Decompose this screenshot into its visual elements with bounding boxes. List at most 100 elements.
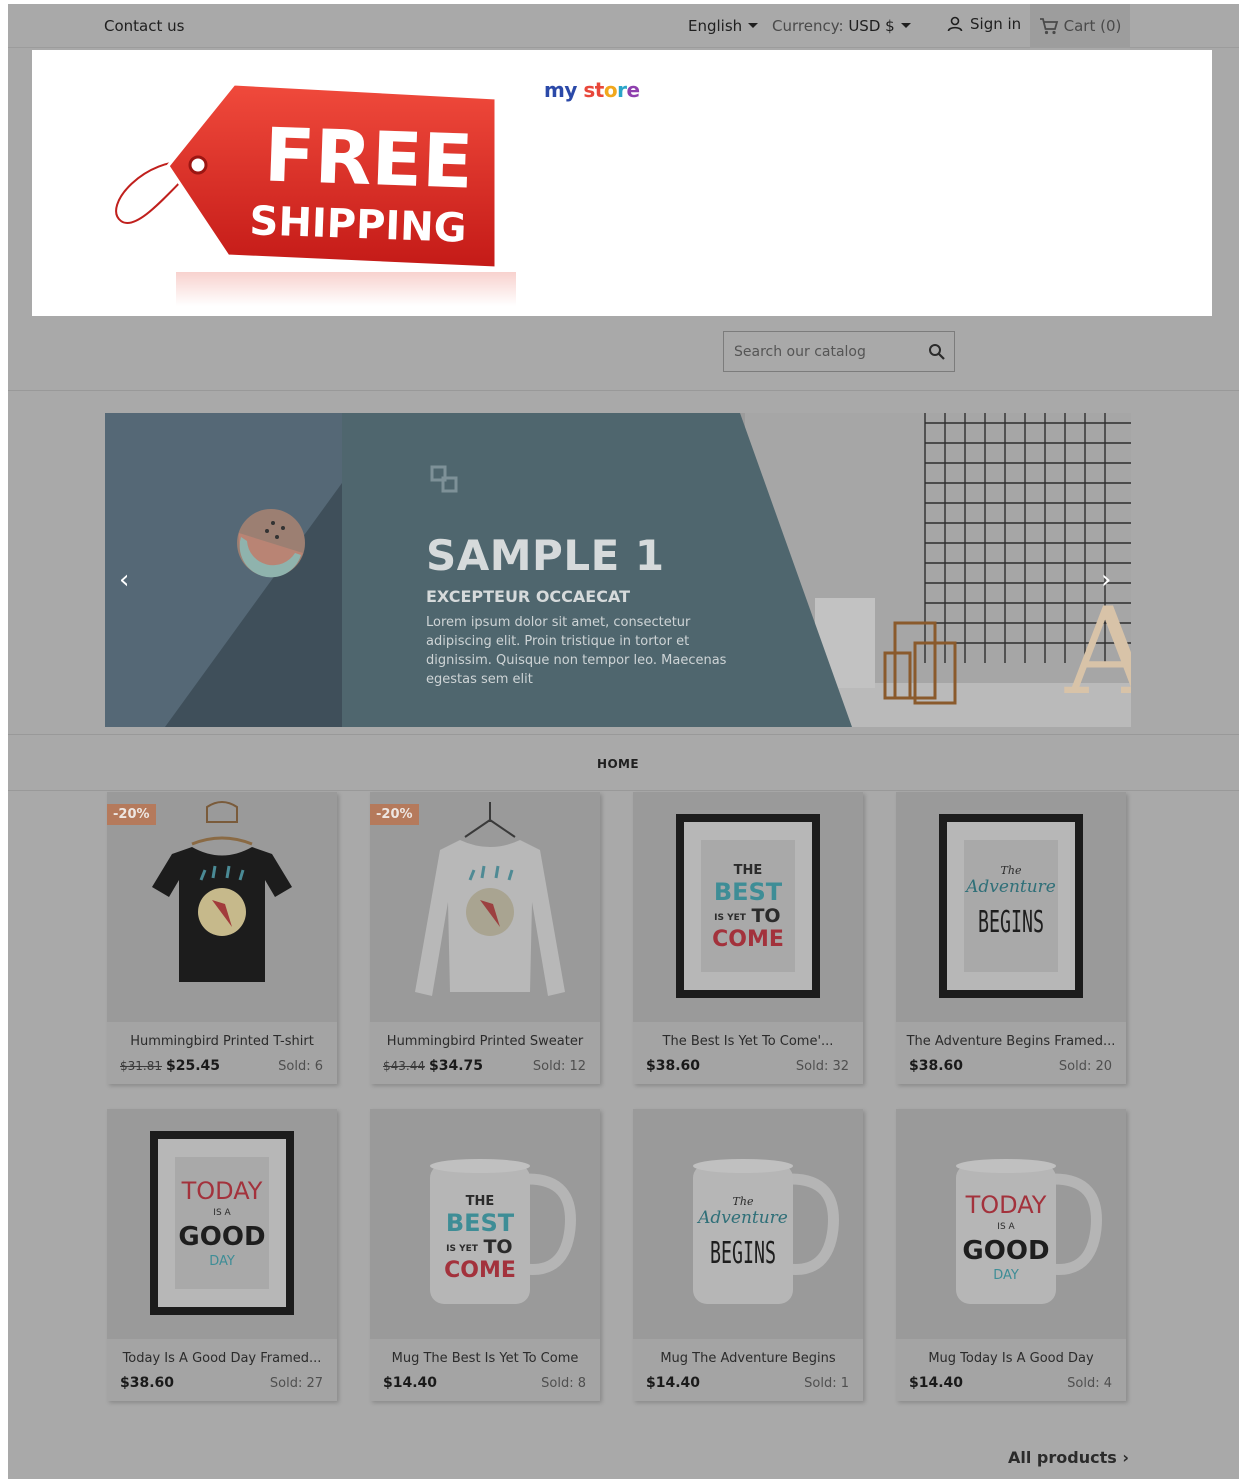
svg-text:A: A xyxy=(1064,583,1131,722)
product-image[interactable]: TODAY IS A GOOD DAY xyxy=(107,1109,337,1339)
product-price: $14.40 xyxy=(909,1375,964,1391)
product-name[interactable]: Today Is A Good Day Framed... xyxy=(107,1351,337,1366)
product-image[interactable]: THE BEST IS YET TO COME xyxy=(633,792,863,1022)
product-card[interactable]: The Adventure BEGINS Mug The Adventure B… xyxy=(633,1109,863,1401)
product-image[interactable]: The Adventure BEGINS xyxy=(896,792,1126,1022)
currency-selector[interactable]: Currency: USD $ xyxy=(772,17,911,35)
logo-part: o xyxy=(603,78,618,102)
product-card[interactable]: THE BEST IS YET TO COME Mug The Best Is … xyxy=(370,1109,600,1401)
svg-text:Adventure: Adventure xyxy=(964,877,1056,897)
currency-label: Currency: xyxy=(772,17,844,35)
svg-text:TO: TO xyxy=(483,1236,512,1258)
slide-subtitle: EXCEPTEUR OCCAECAT xyxy=(426,587,631,606)
svg-text:The: The xyxy=(733,1195,754,1208)
product-name[interactable]: The Adventure Begins Framed... xyxy=(896,1034,1126,1049)
svg-text:COME: COME xyxy=(712,927,784,952)
product-card[interactable]: -20% Hummingbird Printed T-shirt $31.81 $… xyxy=(107,792,337,1084)
sold-count: Sold: 1 xyxy=(804,1376,849,1391)
banner-line2: SHIPPING xyxy=(249,198,467,252)
product-prices: $14.40 xyxy=(646,1375,700,1391)
main-menu: HOME xyxy=(8,734,1239,791)
search-box xyxy=(723,331,955,372)
sold-count: Sold: 32 xyxy=(795,1059,849,1074)
svg-text:IS A: IS A xyxy=(213,1208,231,1218)
svg-text:DAY: DAY xyxy=(209,1254,235,1269)
product-name[interactable]: Mug Today Is A Good Day xyxy=(896,1351,1126,1366)
cart-icon xyxy=(1039,18,1058,35)
product-price: $38.60 xyxy=(909,1058,964,1074)
product-prices: $14.40 xyxy=(383,1375,437,1391)
product-image[interactable] xyxy=(107,792,337,1022)
svg-text:THE: THE xyxy=(466,1194,495,1209)
product-prices: $38.60 xyxy=(646,1058,700,1074)
chevron-down-icon xyxy=(900,23,911,28)
product-name[interactable]: Hummingbird Printed T-shirt xyxy=(107,1034,337,1049)
product-image[interactable]: TODAY IS A GOOD DAY xyxy=(896,1109,1126,1339)
product-name[interactable]: The Best Is Yet To Come'... xyxy=(633,1034,863,1049)
svg-text:TO: TO xyxy=(751,905,780,927)
sold-count: Sold: 6 xyxy=(278,1059,323,1074)
image-slider[interactable]: A SAMPLE 1 EXCEPTEUR OCCAECAT Lorem ipsu… xyxy=(105,413,1131,727)
slider-prev-arrow-icon[interactable]: ‹ xyxy=(119,565,129,595)
product-card[interactable]: -20% Hummingbird Printed Sweater $43.44 $… xyxy=(370,792,600,1084)
svg-text:IS YET: IS YET xyxy=(446,1244,479,1254)
menu-item-home[interactable]: HOME xyxy=(597,757,639,771)
svg-text:DAY: DAY xyxy=(993,1268,1019,1283)
slide-photo-denim xyxy=(105,413,342,727)
svg-text:TODAY: TODAY xyxy=(181,1177,263,1205)
store-logo[interactable]: my store xyxy=(544,78,640,102)
cart-button[interactable]: Cart (0) xyxy=(1030,4,1130,48)
free-shipping-tag-image[interactable]: FREE SHIPPING xyxy=(106,76,518,306)
svg-text:The: The xyxy=(1001,864,1022,877)
svg-text:IS A: IS A xyxy=(997,1222,1015,1232)
product-prices: $38.60 xyxy=(120,1375,174,1391)
discount-badge: -20% xyxy=(107,804,156,825)
search-icon[interactable] xyxy=(928,343,946,361)
search-input[interactable] xyxy=(724,332,914,371)
product-price: $14.40 xyxy=(383,1375,438,1391)
product-price: $14.40 xyxy=(646,1375,701,1391)
chevron-down-icon xyxy=(748,23,759,28)
svg-text:GOOD: GOOD xyxy=(962,1236,1049,1266)
divider xyxy=(8,390,1239,391)
svg-text:IS YET: IS YET xyxy=(714,913,747,923)
user-icon xyxy=(947,16,963,32)
product-image[interactable]: The Adventure BEGINS xyxy=(633,1109,863,1339)
discount-badge: -20% xyxy=(370,804,419,825)
slide-logo-icon xyxy=(430,465,458,493)
logo-part: my xyxy=(544,78,577,102)
product-price: $38.60 xyxy=(646,1058,701,1074)
sold-count: Sold: 4 xyxy=(1067,1376,1112,1391)
product-card[interactable]: THE BEST IS YET TO COME The Best Is Yet … xyxy=(633,792,863,1084)
logo-part: st xyxy=(583,78,604,102)
logo-part: e xyxy=(626,78,640,102)
regular-price: $31.81 xyxy=(120,1059,162,1073)
header-banner: FREE SHIPPING my store xyxy=(32,50,1212,316)
product-price: $25.45 xyxy=(166,1058,221,1074)
product-image[interactable] xyxy=(370,792,600,1022)
product-prices: $38.60 xyxy=(909,1058,963,1074)
all-products-link[interactable]: All products › xyxy=(1008,1448,1129,1467)
product-name[interactable]: Mug The Adventure Begins xyxy=(633,1351,863,1366)
sold-count: Sold: 20 xyxy=(1058,1059,1112,1074)
sold-count: Sold: 12 xyxy=(532,1059,586,1074)
svg-text:BEGINS: BEGINS xyxy=(978,905,1044,940)
product-name[interactable]: Mug The Best Is Yet To Come xyxy=(370,1351,600,1366)
product-card[interactable]: TODAY IS A GOOD DAY Today Is A Good Day … xyxy=(107,1109,337,1401)
regular-price: $43.44 xyxy=(383,1059,425,1073)
product-prices: $14.40 xyxy=(909,1375,963,1391)
product-prices: $43.44 $34.75 xyxy=(383,1058,483,1074)
product-card[interactable]: TODAY IS A GOOD DAY Mug Today Is A Good … xyxy=(896,1109,1126,1401)
product-image[interactable]: THE BEST IS YET TO COME xyxy=(370,1109,600,1339)
contact-us-link[interactable]: Contact us xyxy=(104,17,184,35)
svg-text:TODAY: TODAY xyxy=(965,1191,1047,1219)
svg-text:BEGINS: BEGINS xyxy=(710,1236,776,1271)
all-products-label: All products xyxy=(1008,1448,1117,1467)
slider-next-arrow-icon[interactable]: › xyxy=(1101,565,1111,595)
sign-in-link[interactable]: Sign in xyxy=(946,15,1021,33)
product-card[interactable]: The Adventure BEGINS The Adventure Begin… xyxy=(896,792,1126,1084)
language-selector[interactable]: English xyxy=(688,17,759,35)
svg-text:GOOD: GOOD xyxy=(178,1222,265,1252)
slide-title: SAMPLE 1 xyxy=(426,531,665,580)
product-name[interactable]: Hummingbird Printed Sweater xyxy=(370,1034,600,1049)
